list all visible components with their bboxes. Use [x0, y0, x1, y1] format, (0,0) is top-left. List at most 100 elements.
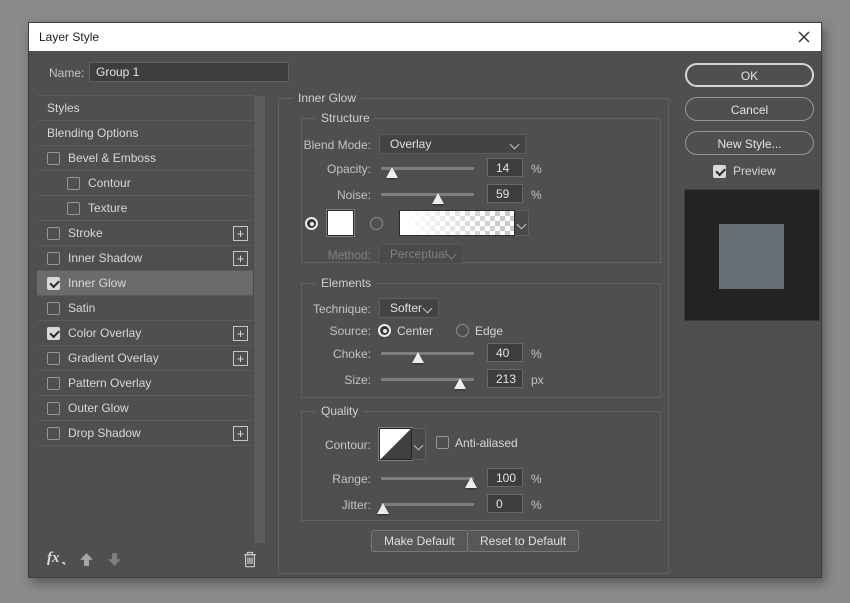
add-effect-button[interactable]: + — [233, 351, 248, 366]
size-slider-thumb[interactable] — [454, 378, 466, 389]
preview-label: Preview — [733, 164, 776, 178]
chevron-down-icon — [517, 220, 527, 230]
chevron-down-icon — [447, 250, 457, 260]
add-effect-button[interactable]: + — [233, 426, 248, 441]
fx-icon[interactable]: fx — [47, 550, 60, 567]
unchecked-checkbox[interactable] — [47, 227, 60, 240]
size-unit: px — [531, 373, 544, 387]
name-input[interactable] — [89, 62, 289, 82]
delete-effect-icon[interactable] — [243, 551, 257, 573]
sidebar-item-bevel-emboss[interactable]: Bevel & Emboss — [37, 146, 253, 171]
technique-select[interactable]: Softer — [379, 298, 439, 318]
source-edge-radio[interactable] — [456, 324, 469, 337]
preview-toggle[interactable]: Preview — [713, 164, 776, 178]
sidebar-item-stroke[interactable]: Stroke+ — [37, 221, 253, 246]
opacity-slider[interactable] — [381, 167, 474, 170]
style-preview-thumbnail — [684, 189, 820, 321]
gradient-radio[interactable] — [370, 217, 383, 230]
unchecked-checkbox[interactable] — [47, 152, 60, 165]
opacity-label: Opacity: — [251, 162, 371, 176]
opacity-slider-thumb[interactable] — [386, 167, 398, 178]
contour-swatch[interactable] — [379, 428, 412, 460]
noise-input[interactable] — [487, 184, 523, 203]
opacity-unit: % — [531, 162, 542, 176]
source-edge-label: Edge — [475, 324, 503, 338]
preview-checkbox[interactable] — [713, 165, 726, 178]
sidebar-item-label: Satin — [68, 301, 95, 315]
sidebar-item-styles[interactable]: Styles — [37, 96, 253, 121]
unchecked-checkbox[interactable] — [47, 427, 60, 440]
sidebar-item-label: Bevel & Emboss — [68, 151, 156, 165]
size-slider[interactable] — [381, 378, 474, 381]
checked-checkbox[interactable] — [47, 277, 60, 290]
choke-slider-thumb[interactable] — [412, 352, 424, 363]
sidebar-item-drop-shadow[interactable]: Drop Shadow + — [37, 421, 253, 446]
sidebar-item-label: Pattern Overlay — [68, 376, 151, 390]
size-input[interactable] — [487, 369, 523, 388]
sidebar-item-texture[interactable]: Texture — [37, 196, 253, 221]
structure-legend: Structure — [316, 111, 375, 125]
sidebar-item-inner-glow[interactable]: Inner Glow — [37, 271, 253, 296]
jitter-slider[interactable] — [381, 503, 474, 506]
sidebar-item-label: Drop Shadow — [68, 426, 141, 440]
jitter-unit: % — [531, 498, 542, 512]
anti-aliased-checkbox[interactable] — [436, 436, 449, 449]
cancel-button[interactable]: Cancel — [685, 97, 814, 121]
sidebar-item-satin[interactable]: Satin — [37, 296, 253, 321]
jitter-slider-thumb[interactable] — [377, 503, 389, 514]
source-center-radio[interactable] — [378, 324, 391, 337]
add-effect-button[interactable]: + — [233, 226, 248, 241]
new-style-button[interactable]: New Style... — [685, 131, 814, 155]
sidebar-item-inner-shadow[interactable]: Inner Shadow+ — [37, 246, 253, 271]
jitter-input[interactable] — [487, 494, 523, 513]
reset-to-default-button[interactable]: Reset to Default — [467, 530, 579, 552]
choke-unit: % — [531, 347, 542, 361]
glow-color-swatch[interactable] — [327, 210, 354, 236]
sidebar-item-pattern-overlay[interactable]: Pattern Overlay — [37, 371, 253, 396]
unchecked-checkbox[interactable] — [67, 202, 80, 215]
method-value: Perceptual — [390, 247, 447, 261]
close-icon[interactable] — [797, 30, 811, 44]
move-effect-down-icon[interactable] — [107, 552, 122, 572]
technique-label: Technique: — [251, 302, 371, 316]
add-effect-button[interactable]: + — [233, 251, 248, 266]
ok-button[interactable]: OK — [685, 63, 814, 87]
chevron-down-icon — [414, 441, 424, 451]
range-slider-thumb[interactable] — [465, 477, 477, 488]
sidebar-item-gradient-overlay[interactable]: Gradient Overlay + — [37, 346, 253, 371]
sidebar-item-contour[interactable]: Contour — [37, 171, 253, 196]
unchecked-checkbox[interactable] — [47, 352, 60, 365]
move-effect-up-icon[interactable] — [79, 552, 94, 572]
titlebar[interactable]: Layer Style — [29, 23, 821, 51]
preview-noise-swatch — [719, 224, 784, 289]
sidebar-item-label: Inner Glow — [68, 276, 126, 290]
unchecked-checkbox[interactable] — [47, 377, 60, 390]
range-input[interactable] — [487, 468, 523, 487]
unchecked-checkbox[interactable] — [47, 252, 60, 265]
sidebar-item-label: Gradient Overlay — [68, 351, 159, 365]
add-effect-button[interactable]: + — [233, 326, 248, 341]
make-default-button[interactable]: Make Default — [371, 530, 468, 552]
name-label: Name: — [49, 66, 84, 80]
unchecked-checkbox[interactable] — [47, 402, 60, 415]
sidebar-item-outer-glow[interactable]: Outer Glow — [37, 396, 253, 421]
choke-input[interactable] — [487, 343, 523, 362]
unchecked-checkbox[interactable] — [67, 177, 80, 190]
blend-mode-select[interactable]: Overlay — [379, 134, 526, 154]
noise-slider-thumb[interactable] — [432, 193, 444, 204]
opacity-input[interactable] — [487, 158, 523, 177]
sidebar-item-blending-options[interactable]: Blending Options — [37, 121, 253, 146]
technique-value: Softer — [390, 301, 422, 315]
unchecked-checkbox[interactable] — [47, 302, 60, 315]
gradient-picker-arrow[interactable] — [515, 210, 529, 236]
contour-picker-arrow[interactable] — [412, 428, 426, 460]
choke-slider[interactable] — [381, 352, 474, 355]
noise-slider[interactable] — [381, 193, 474, 196]
sidebar-item-label: Color Overlay — [68, 326, 141, 340]
range-slider[interactable] — [381, 477, 474, 480]
effects-toolbar: fx — [37, 549, 267, 573]
gradient-preview[interactable] — [399, 210, 515, 236]
checked-checkbox[interactable] — [47, 327, 60, 340]
color-radio[interactable] — [305, 217, 318, 230]
sidebar-item-color-overlay[interactable]: Color Overlay + — [37, 321, 253, 346]
